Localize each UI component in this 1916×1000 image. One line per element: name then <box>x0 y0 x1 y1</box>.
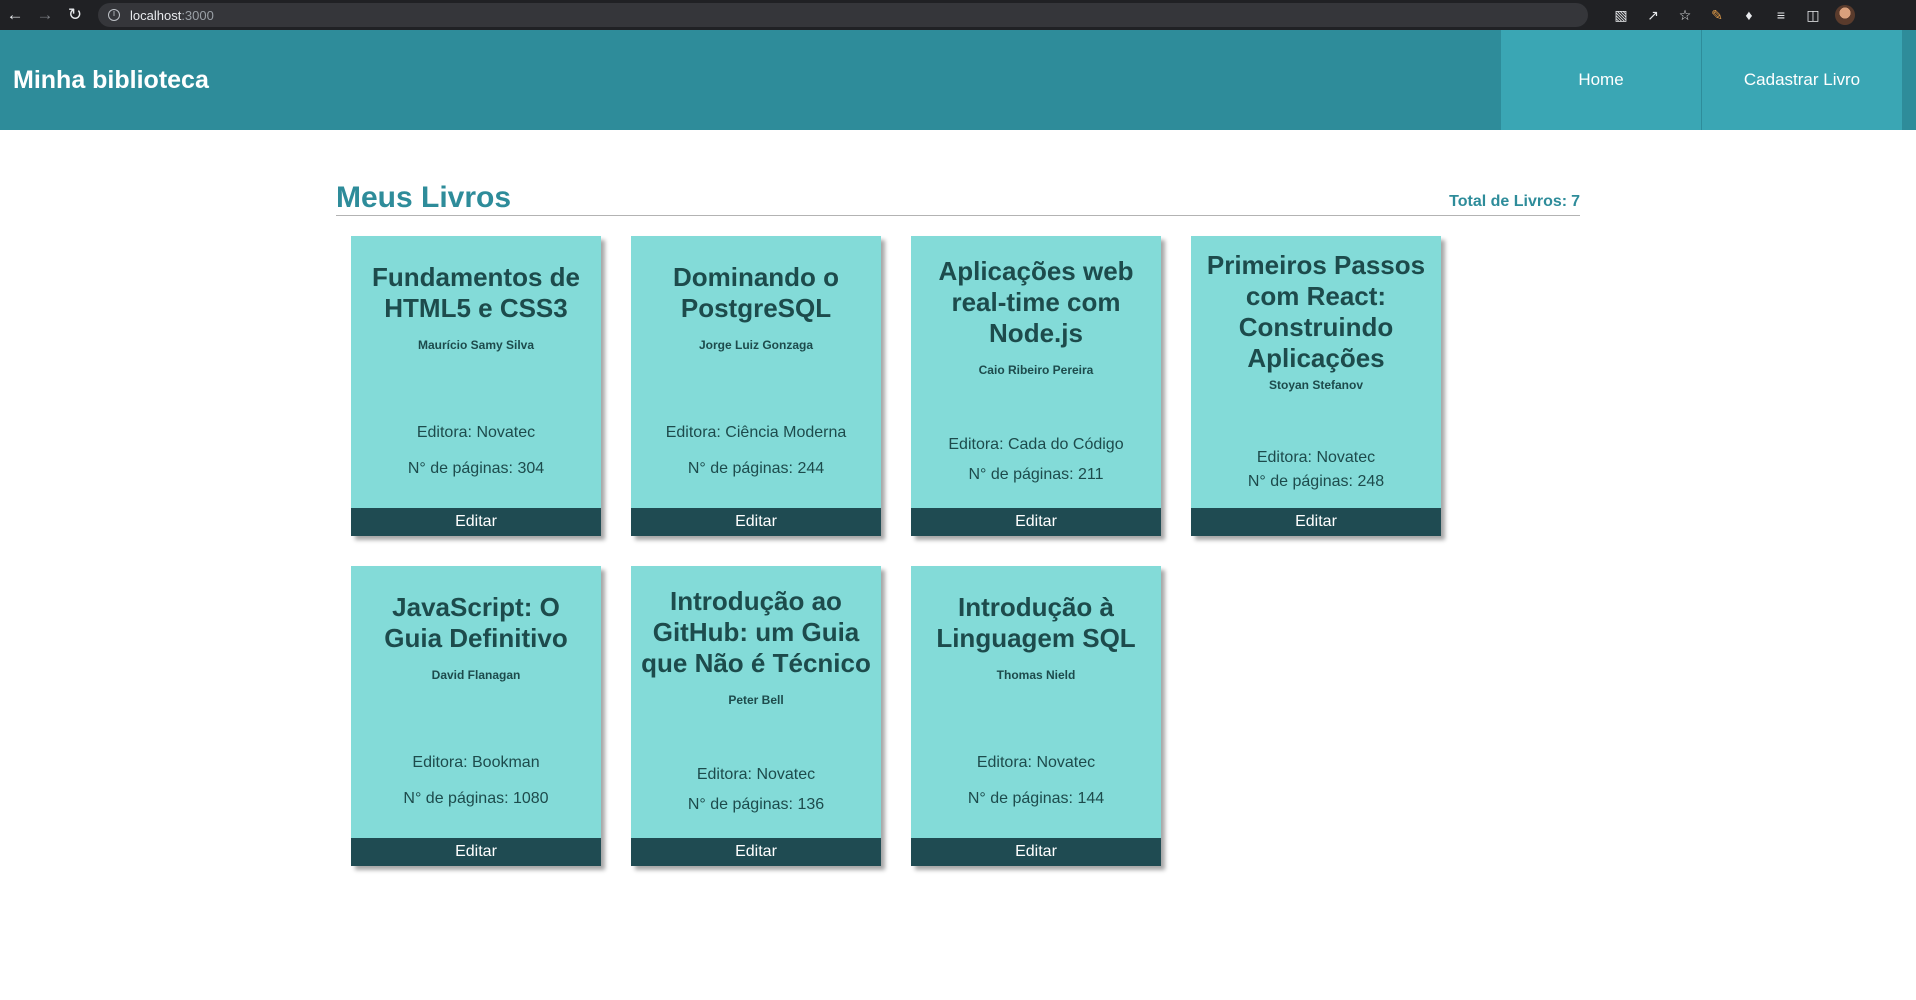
book-pages: N° de páginas: 211 <box>968 466 1104 483</box>
edit-button[interactable]: Editar <box>911 508 1161 536</box>
book-title: Primeiros Passos com React: Construindo … <box>1206 250 1426 373</box>
book-author: Stoyan Stefanov <box>1268 378 1364 392</box>
share-icon[interactable]: ↗ <box>1640 2 1666 28</box>
book-card: Fundamentos de HTML5 e CSS3 Maurício Sam… <box>351 236 601 536</box>
total-books-label: Total de Livros: <box>1449 193 1568 210</box>
total-books-count: 7 <box>1571 193 1580 210</box>
book-publisher: Editora: Novatec <box>696 766 816 783</box>
book-publisher: Editora: Novatec <box>976 754 1096 771</box>
avatar <box>1835 5 1855 25</box>
edit-button[interactable]: Editar <box>1191 508 1441 536</box>
star-icon[interactable]: ☆ <box>1672 2 1698 28</box>
reload-icon[interactable]: ↻ <box>60 0 90 30</box>
app-header: Minha biblioteca Home Cadastrar Livro <box>0 30 1916 130</box>
extension-icons: ▧ ↗ ☆ ✎ ♦ ≡ ◫ <box>1608 2 1858 28</box>
book-pages: N° de páginas: 248 <box>1247 473 1385 490</box>
info-icon[interactable]: i <box>108 9 120 21</box>
edit-button[interactable]: Editar <box>351 838 601 866</box>
url-host: localhost <box>130 7 182 23</box>
book-pages: N° de páginas: 144 <box>967 790 1105 807</box>
url-port: :3000 <box>181 7 214 23</box>
book-card: Primeiros Passos com React: Construindo … <box>1191 236 1441 536</box>
page-title: Meus Livros <box>336 181 512 214</box>
app-title: Minha biblioteca <box>13 66 209 94</box>
back-icon[interactable]: ← <box>0 0 30 30</box>
book-publisher: Editora: Cada do Código <box>948 436 1124 453</box>
section-header: Meus Livros Total de Livros: 7 <box>336 178 1580 216</box>
total-books: Total de Livros: 7 <box>1449 193 1580 211</box>
book-title: Fundamentos de HTML5 e CSS3 <box>371 262 580 323</box>
forward-icon[interactable]: → <box>30 0 60 30</box>
book-author: David Flanagan <box>431 668 521 682</box>
book-publisher: Editora: Bookman <box>412 754 540 771</box>
book-title: JavaScript: O Guia Definitivo <box>384 592 568 653</box>
book-card: Introdução à Linguagem SQL Thomas Nield … <box>911 566 1161 866</box>
book-title: Dominando o PostgreSQL <box>672 262 840 323</box>
edit-button[interactable]: Editar <box>631 838 881 866</box>
book-title: Aplicações web real-time com Node.js <box>938 256 1134 348</box>
book-author: Thomas Nield <box>996 668 1076 682</box>
book-pages: N° de páginas: 304 <box>407 460 545 477</box>
book-author: Maurício Samy Silva <box>417 338 535 352</box>
book-author: Peter Bell <box>728 693 784 707</box>
browser-toolbar: ← → ↻ i localhost:3000 ▧ ↗ ☆ ✎ ♦ ≡ ◫ <box>0 0 1916 30</box>
edit-button[interactable]: Editar <box>351 508 601 536</box>
edit-button[interactable]: Editar <box>911 838 1161 866</box>
address-bar[interactable]: i localhost:3000 <box>98 3 1588 27</box>
nav-cadastrar-livro[interactable]: Cadastrar Livro <box>1702 30 1902 130</box>
nav-home[interactable]: Home <box>1501 30 1701 130</box>
book-author: Jorge Luiz Gonzaga <box>698 338 813 352</box>
nav-end-strip <box>1902 30 1916 130</box>
book-pages: N° de páginas: 244 <box>687 460 825 477</box>
book-card: JavaScript: O Guia Definitivo David Flan… <box>351 566 601 866</box>
book-pages: N° de páginas: 136 <box>687 796 825 813</box>
book-publisher: Editora: Novatec <box>1256 449 1376 466</box>
book-title: Introdução à Linguagem SQL <box>936 592 1136 653</box>
book-publisher: Editora: Ciência Moderna <box>665 424 847 441</box>
book-publisher: Editora: Novatec <box>416 424 536 441</box>
puzzle-icon[interactable]: ♦ <box>1736 2 1762 28</box>
book-title: Introdução ao GitHub: um Guia que Não é … <box>641 586 871 678</box>
book-card: Dominando o PostgreSQL Jorge Luiz Gonzag… <box>631 236 881 536</box>
book-card: Aplicações web real-time com Node.js Cai… <box>911 236 1161 536</box>
profile-button[interactable] <box>1832 2 1858 28</box>
pen-icon[interactable]: ✎ <box>1704 2 1730 28</box>
translate-icon[interactable]: ▧ <box>1608 2 1634 28</box>
book-author: Caio Ribeiro Pereira <box>978 363 1094 377</box>
sidepanel-icon[interactable]: ◫ <box>1800 2 1826 28</box>
playlist-icon[interactable]: ≡ <box>1768 2 1794 28</box>
book-pages: N° de páginas: 1080 <box>403 790 549 807</box>
edit-button[interactable]: Editar <box>631 508 881 536</box>
book-card: Introdução ao GitHub: um Guia que Não é … <box>631 566 881 866</box>
